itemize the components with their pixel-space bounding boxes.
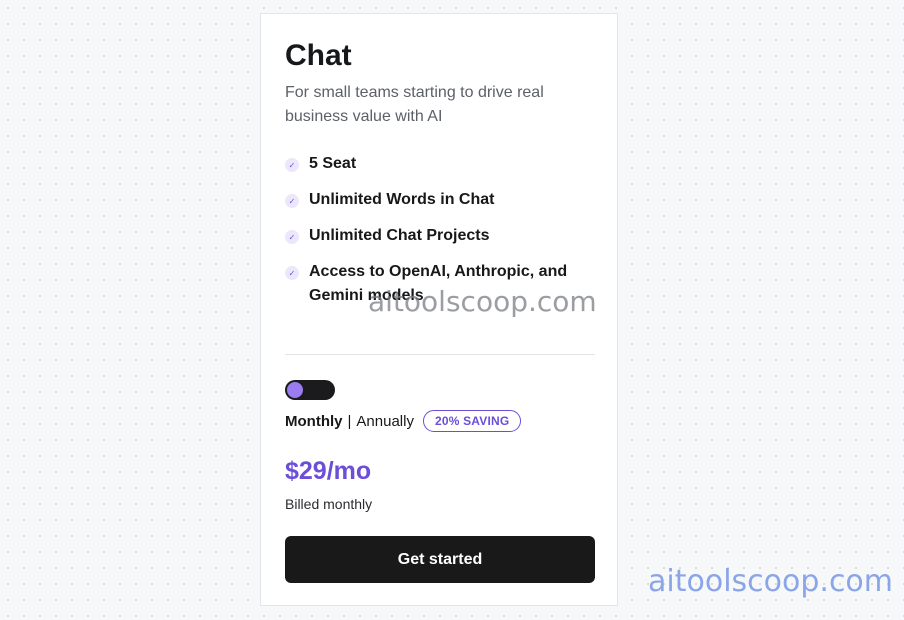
get-started-button[interactable]: Get started	[285, 536, 595, 583]
divider	[285, 354, 595, 355]
feature-item: ✓ Unlimited Words in Chat	[285, 188, 595, 212]
plan-description: For small teams starting to drive real b…	[285, 84, 544, 125]
annually-option[interactable]: Annually	[356, 413, 414, 430]
monthly-option[interactable]: Monthly	[285, 413, 343, 430]
watermark-text: aitoolscoop.com	[368, 285, 597, 318]
billing-note: Billed monthly	[285, 496, 373, 512]
check-icon: ✓	[285, 266, 299, 280]
watermark-text-corner: aitoolscoop.com	[648, 564, 894, 599]
plan-title: Chat	[285, 39, 352, 72]
feature-label: Unlimited Words in Chat	[309, 191, 495, 208]
saving-badge: 20% SAVING	[422, 410, 522, 432]
check-icon: ✓	[285, 230, 299, 244]
toggle-knob	[287, 382, 303, 398]
billing-period-toggle[interactable]	[285, 380, 335, 400]
billing-separator: |	[347, 412, 352, 430]
billing-period-row: Monthly | Annually 20% SAVING	[285, 410, 522, 432]
feature-item: ✓ Unlimited Chat Projects	[285, 224, 595, 248]
feature-label: 5 Seat	[309, 155, 357, 172]
check-icon: ✓	[285, 194, 299, 208]
check-icon: ✓	[285, 158, 299, 172]
feature-item: ✓ 5 Seat	[285, 152, 595, 176]
feature-label: Unlimited Chat Projects	[309, 227, 490, 244]
plan-price: $29/mo	[285, 457, 372, 485]
